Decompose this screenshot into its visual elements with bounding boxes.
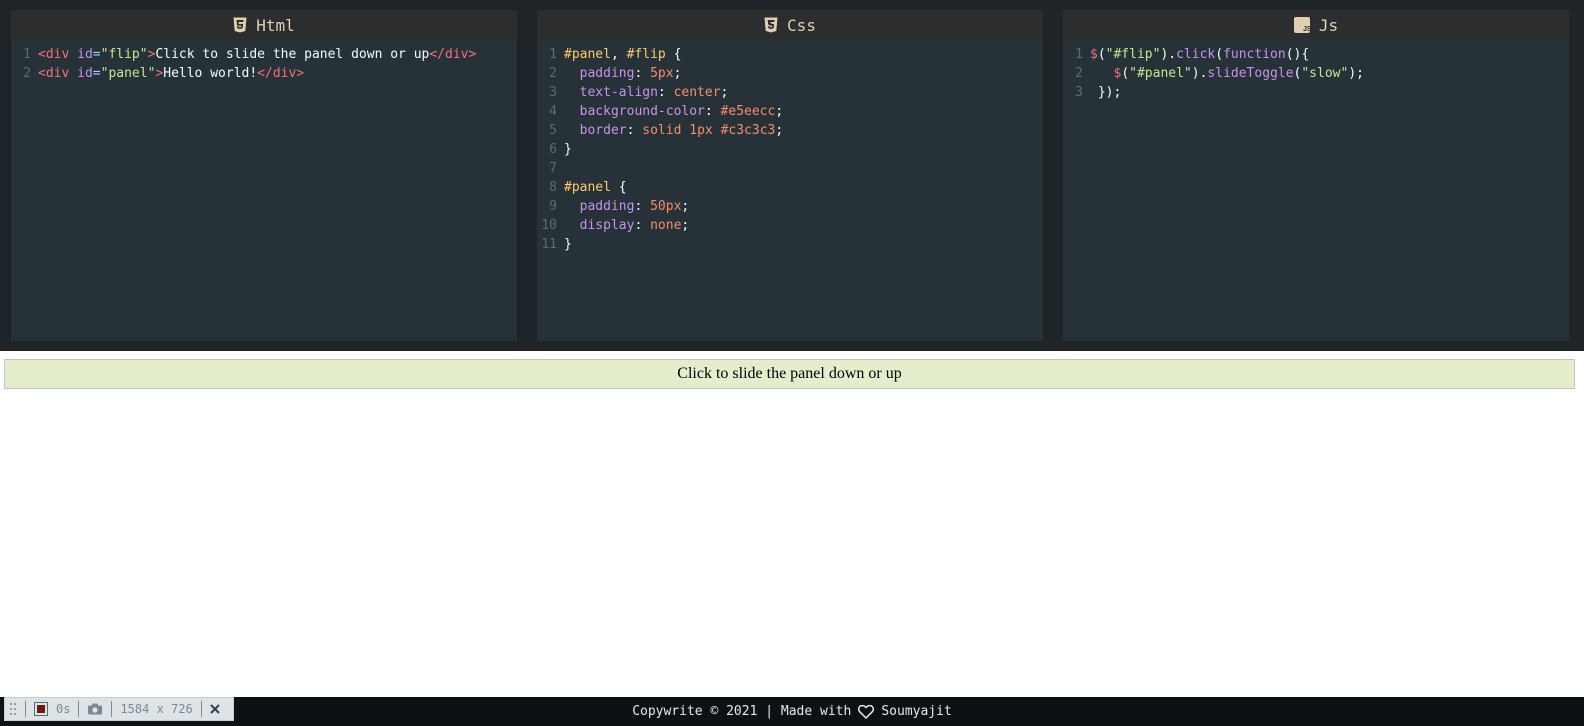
- code-line: 1 #panel, #flip {: [537, 45, 1043, 64]
- code-line: 7: [537, 159, 1043, 178]
- code-line: 10 display: none;: [537, 216, 1043, 235]
- line-number: 11: [541, 237, 557, 252]
- code-text: text-align: center;: [564, 85, 729, 100]
- js-icon: JS: [1293, 17, 1310, 33]
- code-line: 2 padding: 5px;: [537, 64, 1043, 83]
- line-number: 6: [549, 142, 557, 157]
- code-text: border: solid 1px #c3c3c3;: [564, 123, 784, 138]
- code-line: 1 <div id="flip">Click to slide the panel…: [11, 45, 517, 64]
- css-editor-title: Css: [787, 15, 816, 35]
- code-line: 3 text-align: center;: [537, 83, 1043, 102]
- line-number: 2: [1075, 66, 1083, 81]
- code-text: });: [1090, 85, 1122, 100]
- line-number: 2: [23, 66, 31, 81]
- js-code[interactable]: 1 $("#flip").click(function(){ 2 $("#panel…: [1063, 40, 1569, 102]
- code-text: $("#flip").click(function(){: [1090, 47, 1310, 62]
- css-editor-header: Css: [537, 10, 1043, 40]
- line-number: 5: [549, 123, 557, 138]
- camera-icon[interactable]: [83, 703, 107, 715]
- code-text: padding: 5px;: [564, 66, 682, 81]
- toolbar-divider: [111, 701, 113, 717]
- code-text: padding: 50px;: [564, 199, 690, 214]
- code-text: background-color: #e5eecc;: [564, 104, 784, 119]
- html-editor-title: Html: [256, 15, 295, 35]
- html-code[interactable]: 1 <div id="flip">Click to slide the panel…: [11, 40, 517, 83]
- line-number: 1: [549, 47, 557, 62]
- html-editor[interactable]: Html 1 <div id="flip">Click to slide the …: [11, 10, 517, 341]
- recorder-toolbar: 0s 1584 x 726: [4, 697, 234, 721]
- code-text: <div id="panel">Hello world!</div>: [38, 66, 305, 81]
- footer: Copywrite © 2021 | Made with Soumyajit: [0, 697, 1584, 726]
- code-line: 1 $("#flip").click(function(){: [1063, 45, 1569, 64]
- html5-icon: [233, 17, 247, 33]
- flip-panel-toggle[interactable]: Click to slide the panel down or up: [4, 359, 1575, 389]
- line-number: 4: [549, 104, 557, 119]
- code-text: display: none;: [564, 218, 690, 233]
- css-editor[interactable]: Css 1 #panel, #flip {2 padding: 5px; 3 tex…: [537, 10, 1043, 341]
- code-line: 4 background-color: #e5eecc;: [537, 102, 1043, 121]
- css-code[interactable]: 1 #panel, #flip {2 padding: 5px; 3 text-al…: [537, 40, 1043, 254]
- drag-handle-icon[interactable]: [5, 702, 21, 716]
- footer-author: Soumyajit: [881, 704, 952, 719]
- toolbar-divider: [200, 701, 202, 717]
- code-text: #panel {: [564, 180, 627, 195]
- code-line: 9 padding: 50px;: [537, 197, 1043, 216]
- code-line: 6}: [537, 140, 1043, 159]
- js-editor-title: Js: [1318, 15, 1339, 35]
- close-icon[interactable]: [206, 704, 224, 714]
- code-line: 3 });: [1063, 83, 1569, 102]
- toolbar-divider: [78, 701, 80, 717]
- code-text: }: [564, 142, 572, 157]
- code-line: 5 border: solid 1px #c3c3c3;: [537, 121, 1043, 140]
- line-number: 1: [23, 47, 31, 62]
- code-line: 11}: [537, 235, 1043, 254]
- line-number: 3: [549, 85, 557, 100]
- code-line: 2 <div id="panel">Hello world!</div>: [11, 64, 517, 83]
- line-number: 9: [549, 199, 557, 214]
- footer-credit: Copywrite © 2021 | Made with: [632, 704, 852, 719]
- line-number: 1: [1075, 47, 1083, 62]
- code-line: 8 #panel {: [537, 178, 1043, 197]
- stop-record-button[interactable]: [30, 702, 52, 716]
- code-line: 2 $("#panel").slideToggle("slow");: [1063, 64, 1569, 83]
- html-editor-header: Html: [11, 10, 517, 40]
- line-number: 2: [549, 66, 557, 81]
- line-number: 10: [541, 218, 557, 233]
- code-text: $("#panel").slideToggle("slow");: [1113, 66, 1364, 81]
- line-number: 7: [549, 161, 557, 176]
- heart-icon: [858, 704, 875, 719]
- line-number: 3: [1075, 85, 1083, 100]
- js-editor-header: JS Js: [1063, 10, 1569, 40]
- editors-area: Html 1 <div id="flip">Click to slide the …: [0, 0, 1584, 351]
- code-text: #panel, #flip {: [564, 47, 682, 62]
- code-text: <div id="flip">Click to slide the panel …: [38, 47, 477, 62]
- svg-text:JS: JS: [1303, 26, 1310, 33]
- record-timer: 0s: [56, 702, 71, 716]
- screen-size-readout: 1584 x 726: [120, 702, 193, 716]
- js-editor[interactable]: JS Js 1 $("#flip").click(function(){ 2 $("…: [1063, 10, 1569, 341]
- code-text: }: [564, 237, 572, 252]
- toolbar-divider: [25, 701, 26, 717]
- line-number: 8: [549, 180, 557, 195]
- css3-icon: [764, 17, 778, 33]
